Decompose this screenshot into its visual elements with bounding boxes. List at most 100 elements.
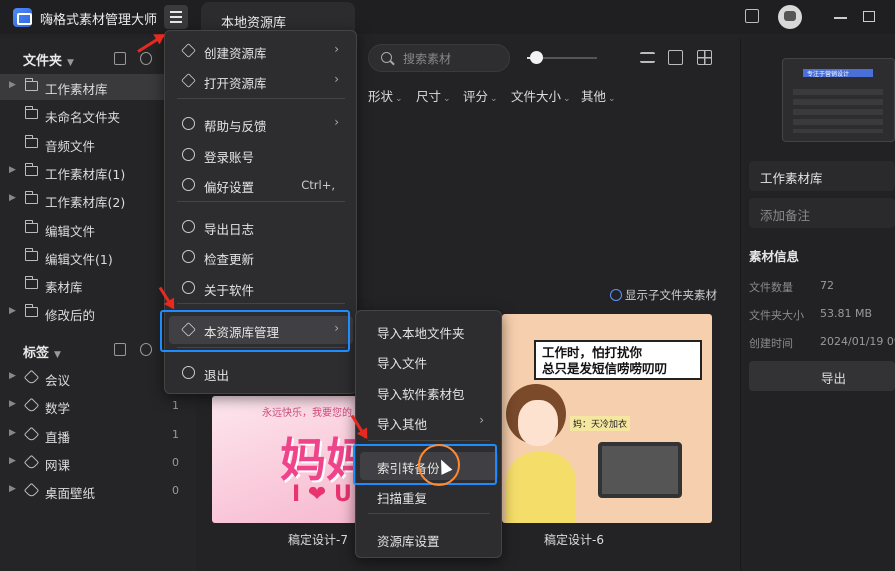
- filter-dropdown[interactable]: 评分 ⌄: [463, 86, 498, 105]
- app-logo-icon: [13, 8, 32, 27]
- tags-header[interactable]: 标签 ▼: [23, 342, 61, 361]
- info-key: 创建时间: [749, 337, 793, 350]
- bubble-line: 总只是发短信唠唠叨叨: [542, 361, 668, 376]
- folder-label: 素材库: [45, 280, 83, 296]
- submenu-item-label: 扫描重复: [377, 491, 428, 506]
- folder-label: 音频文件: [45, 138, 96, 154]
- menu-separator: [177, 201, 345, 202]
- tag-icon: [23, 426, 40, 442]
- thumbnail-card[interactable]: 永远快乐，我要您的 妈妈 I ❤ U: [212, 396, 357, 523]
- chevron-right-icon: ›: [479, 413, 484, 427]
- note-field[interactable]: 添加备注: [749, 198, 895, 228]
- export-button[interactable]: 导出: [749, 361, 895, 391]
- submenu-item[interactable]: 扫描重复: [360, 482, 498, 510]
- folders-header[interactable]: 文件夹 ▼: [23, 50, 74, 69]
- tag-label: 数学: [45, 401, 71, 417]
- bookmark-icon[interactable]: [114, 343, 126, 356]
- chevron-down-icon: ⌄: [490, 94, 498, 104]
- minimize-icon[interactable]: [834, 17, 847, 19]
- library-preview[interactable]: 专注于营销设计: [782, 58, 895, 142]
- user-avatar[interactable]: [778, 5, 802, 29]
- grid-view-icon[interactable]: [697, 50, 712, 65]
- menu-item[interactable]: 帮助与反馈 ›: [169, 110, 353, 138]
- speech-bubble: 工作时，怕打扰你 总只是发短信唠唠叨叨: [534, 340, 702, 380]
- expand-arrow-icon[interactable]: ▶: [9, 80, 16, 90]
- preview-rows: [793, 89, 883, 133]
- tag-item[interactable]: ▶ 数学 1: [0, 393, 196, 419]
- maximize-icon[interactable]: [863, 11, 875, 22]
- chevron-down-icon: ⌄: [563, 94, 571, 104]
- menu-separator: [177, 303, 345, 304]
- expand-arrow-icon[interactable]: ▶: [9, 371, 16, 381]
- menu-item[interactable]: 导出日志: [169, 213, 353, 241]
- tag-label: 桌面壁纸: [45, 486, 96, 502]
- tag-item[interactable]: ▶ 桌面壁纸 0: [0, 478, 196, 504]
- expand-arrow-icon[interactable]: ▶: [9, 193, 16, 203]
- folder-label: 编辑文件(1): [45, 251, 113, 267]
- update-icon: [182, 250, 195, 263]
- expand-arrow-icon[interactable]: ▶: [9, 428, 16, 438]
- show-subfolder-toggle[interactable]: 显示子文件夹素材: [610, 287, 717, 303]
- tag-icon: [23, 369, 40, 386]
- tag-label: 直播: [45, 429, 71, 445]
- menu-item[interactable]: 退出: [169, 359, 353, 387]
- menu-item[interactable]: 登录账号: [169, 141, 353, 169]
- submenu-item[interactable]: 导入软件素材包: [360, 378, 498, 406]
- help-icon: [182, 117, 195, 130]
- panel-toggle-icon[interactable]: [745, 9, 759, 23]
- submenu-item[interactable]: 导入本地文件夹: [360, 317, 498, 345]
- monitor-icon[interactable]: [668, 50, 683, 65]
- bubble-line: 工作时，怕打扰你: [542, 345, 643, 360]
- info-title: 素材信息: [749, 249, 800, 264]
- trash-icon[interactable]: [114, 52, 126, 65]
- search-box[interactable]: [368, 44, 510, 72]
- show-subfolder-label: 显示子文件夹素材: [625, 288, 717, 302]
- zoom-slider-handle[interactable]: [530, 51, 543, 64]
- filter-dropdown[interactable]: 尺寸 ⌄: [416, 86, 451, 105]
- submenu-item[interactable]: 资源库设置: [360, 525, 498, 553]
- search-icon[interactable]: [140, 52, 152, 65]
- thumbnail-caption: 稿定设计-7: [288, 533, 348, 547]
- thumbnail-card[interactable]: 工作时，怕打扰你 总只是发短信唠唠叨叨 妈：天冷加衣: [502, 314, 712, 523]
- menu-item[interactable]: 偏好设置 Ctrl+,: [169, 171, 353, 199]
- menu-item[interactable]: 检查更新: [169, 243, 353, 271]
- expand-arrow-icon[interactable]: ▶: [9, 399, 16, 409]
- tag-search-icon[interactable]: [140, 343, 152, 356]
- submenu-item-label: 导入文件: [377, 356, 428, 371]
- computer-monitor: [598, 442, 682, 498]
- submenu-item-label: 导入软件素材包: [377, 387, 465, 402]
- menu-item[interactable]: 创建资源库 ›: [169, 37, 353, 65]
- submenu-item[interactable]: 导入文件: [360, 347, 498, 375]
- menu-item-label: 检查更新: [204, 252, 255, 267]
- filter-dropdown[interactable]: 文件大小 ⌄: [511, 86, 571, 105]
- submenu-item-label: 导入本地文件夹: [377, 326, 465, 341]
- menu-item[interactable]: 关于软件: [169, 274, 353, 302]
- expand-arrow-icon[interactable]: ▶: [9, 456, 16, 466]
- user-icon: [182, 148, 195, 161]
- menu-item-label: 偏好设置: [204, 180, 255, 195]
- filter-dropdown[interactable]: 形状 ⌄: [368, 86, 403, 105]
- folder-icon: [24, 78, 38, 91]
- submenu-item-label: 导入其他: [377, 417, 428, 432]
- hamburger-menu-button[interactable]: [164, 5, 188, 29]
- submenu-item[interactable]: 导入其他 ›: [360, 408, 498, 436]
- expand-arrow-icon[interactable]: ▶: [9, 484, 16, 494]
- sort-icon[interactable]: [640, 52, 655, 63]
- chevron-right-icon: ›: [334, 42, 339, 56]
- tag-item[interactable]: ▶ 网课 0: [0, 450, 196, 476]
- tag-count: 0: [172, 455, 179, 469]
- tag-item[interactable]: ▶ 直播 1: [0, 422, 196, 448]
- search-input[interactable]: [403, 50, 503, 68]
- folder-icon: [24, 162, 38, 176]
- export-label: 导出: [821, 371, 847, 386]
- tag-icon: [23, 482, 40, 499]
- library-name-field[interactable]: 工作素材库: [749, 161, 895, 191]
- library-management-submenu: 导入本地文件夹 导入文件 导入软件素材包 导入其他 › 索引转备份 扫描重复 资源库设置: [355, 310, 502, 558]
- menu-item[interactable]: 打开资源库 ›: [169, 67, 353, 95]
- folder-icon: [24, 219, 38, 233]
- expand-arrow-icon[interactable]: ▶: [9, 306, 16, 316]
- menu-item-label: 创建资源库: [204, 46, 267, 61]
- character-face: [518, 400, 558, 446]
- expand-arrow-icon[interactable]: ▶: [9, 165, 16, 175]
- filter-dropdown[interactable]: 其他 ⌄: [581, 86, 616, 105]
